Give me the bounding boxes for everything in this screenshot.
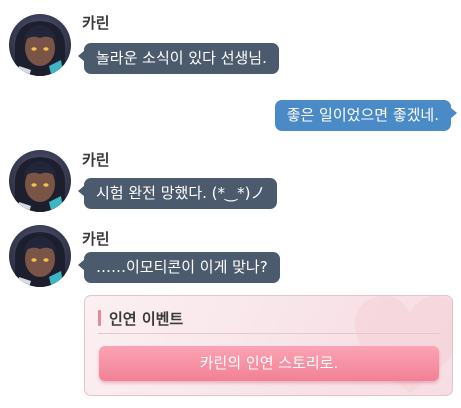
event-title: 인연 이벤트 [109, 309, 184, 328]
sender-name: 카린 [82, 230, 110, 248]
title-accent-bar [98, 310, 101, 326]
avatar[interactable] [9, 14, 71, 76]
message-bubble: 시험 완전 망했다. (*‿*)ノ [77, 178, 278, 209]
reply-bubble: 좋은 일이었으면 좋겠네. [274, 100, 458, 131]
relationship-event-card: 인연 이벤트 카린의 인연 스토리로. [84, 295, 453, 396]
momotalk-chat: 카린 놀라운 소식이 있다 선생님. 좋은 일이었으면 좋겠네. 카린 시험 완… [0, 0, 461, 408]
event-title-row: 인연 이벤트 [98, 308, 183, 328]
sender-name: 카린 [82, 14, 110, 32]
message-bubble: 놀라운 소식이 있다 선생님. [78, 43, 279, 74]
avatar[interactable] [9, 225, 71, 287]
message-bubble: ……이모티콘이 이게 맞나? [78, 252, 280, 283]
sender-name: 카린 [82, 151, 110, 169]
divider [98, 333, 439, 334]
relationship-story-button[interactable]: 카린의 인연 스토리로. [99, 346, 439, 381]
avatar[interactable] [9, 150, 71, 212]
